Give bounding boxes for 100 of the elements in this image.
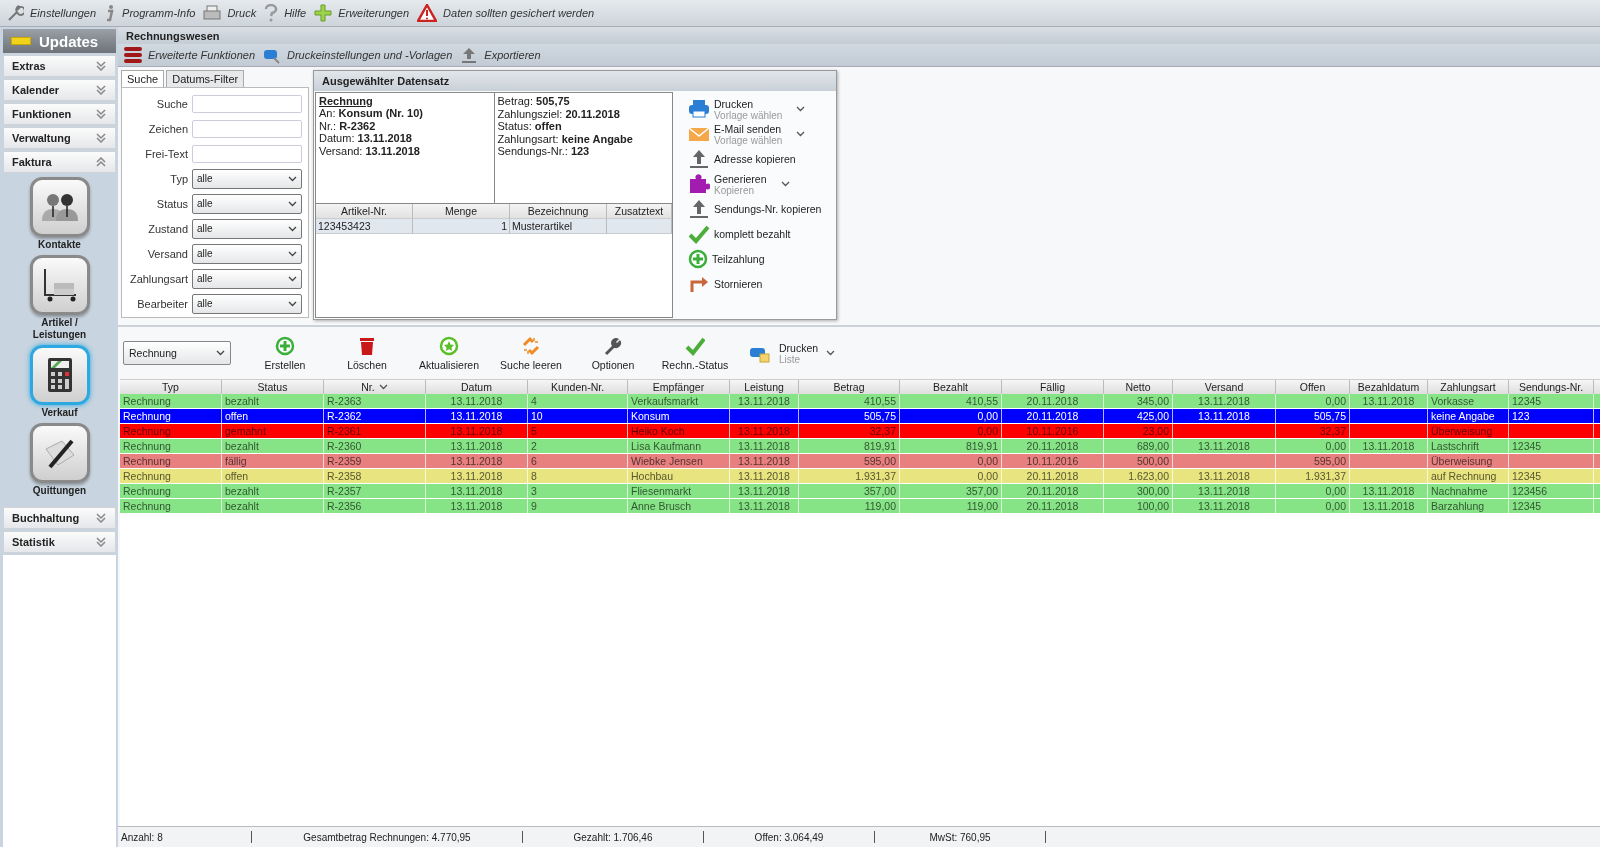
table-cell: 13.11.2018	[1362, 395, 1415, 407]
table-cell: 3	[531, 485, 537, 497]
toolbar-link[interactable]: Druckeinstellungen und -Vorlagen	[287, 49, 453, 61]
sidebar-tile[interactable]	[29, 177, 90, 237]
table-row[interactable]: Rechnung bezahlt R-2363 13.11.2018 4 Verkaufsmarkt 13.11.2018 410,55 410,55 20.11.2018 345,00 13.11.2018 0,00 13.11.2018 Vorkasse 12345	[120, 394, 1600, 409]
table-cell: 595,00	[863, 455, 896, 467]
action-button[interactable]: Generieren Kopieren	[688, 172, 790, 196]
table-row[interactable]: Rechnung bezahlt R-2360 13.11.2018 2 Lisa Kaufmann 13.11.2018 819,91 819,91 20.11.2018 689,00 13.11.2018 0,00 13.11.2018 Lastschrift 12345	[120, 439, 1600, 454]
table-cell: 119,00	[864, 500, 896, 512]
menu-item[interactable]: Einstellungen	[30, 7, 97, 19]
sidebar-section[interactable]: Funktionen	[3, 103, 116, 125]
dropdown[interactable]: alle	[192, 268, 302, 289]
plus-icon[interactable]	[314, 4, 333, 22]
action-button[interactable]: E-Mail senden Vorlage wählen	[688, 122, 806, 146]
table-cell: bezahlt	[225, 485, 259, 497]
table-cell: Anne Brusch	[631, 500, 692, 512]
tab[interactable]: Suche	[121, 70, 165, 87]
refresh-icon	[439, 335, 459, 356]
updates-header[interactable]: Updates	[3, 29, 116, 53]
sidebar-tile[interactable]	[29, 345, 90, 405]
module-title: Rechnungswesen	[118, 27, 1600, 44]
table-cell: Lisa Kaufmann	[631, 440, 702, 452]
wrench-icon[interactable]	[6, 4, 24, 22]
table-cell: gemahnt	[225, 425, 266, 437]
table-cell: R-2361	[327, 425, 362, 437]
table-cell: Rechnung	[123, 455, 171, 467]
table-cell: Rechnung	[123, 470, 171, 482]
tile-label: Quittungen	[31, 485, 88, 497]
menu-icon[interactable]	[124, 46, 142, 64]
checkmark-icon	[685, 335, 705, 356]
toolbar-button[interactable]: Rechn.-Status	[657, 335, 733, 371]
action-button[interactable]: komplett bezahlt	[688, 222, 791, 246]
warning-icon	[417, 4, 438, 22]
table-cell: offen	[225, 410, 249, 422]
wrench-icon	[603, 335, 623, 356]
table-cell: R-2356	[327, 500, 362, 512]
sidebar-tile[interactable]	[29, 423, 90, 483]
table-row[interactable]: Rechnung gemahnt R-2361 13.11.2018 5 Heiko Koch 13.11.2018 32,37 0,00 10.11.2016 23,00 32,37 Überweisung	[120, 424, 1600, 439]
dropdown[interactable]: alle	[192, 168, 302, 189]
dropdown[interactable]: alle	[192, 193, 302, 214]
type-dropdown[interactable]: Rechnung	[123, 341, 231, 365]
sidebar-section[interactable]: Kalender	[3, 79, 116, 101]
table-cell: 0,00	[977, 455, 998, 467]
toolbar-button[interactable]: Löschen	[329, 335, 405, 371]
table-row[interactable]: Rechnung bezahlt R-2356 13.11.2018 9 Anne Brusch 13.11.2018 119,00 119,00 20.11.2018 100,00 13.11.2018 0,00 13.11.2018 Barzahlung 12345	[120, 499, 1600, 514]
dropdown[interactable]: alle	[192, 243, 302, 264]
input-field[interactable]	[192, 119, 302, 138]
export-icon[interactable]	[460, 46, 479, 64]
sidebar-section[interactable]: Extras	[3, 55, 116, 77]
toolbar-button[interactable]: Aktualisieren	[411, 335, 487, 371]
menu-item[interactable]: Hilfe	[284, 7, 307, 19]
menu-item[interactable]: Erweiterungen	[338, 7, 410, 19]
sidebar-section[interactable]: Faktura	[3, 151, 116, 173]
input-field[interactable]	[192, 94, 302, 113]
chevron-icon	[95, 537, 107, 547]
table-row[interactable]: Rechnung fällig R-2359 13.11.2018 6 Wiebke Jensen 13.11.2018 595,00 0,00 10.11.2016 500,00 595,00 Überweisung	[120, 454, 1600, 469]
table-cell: fällig	[225, 455, 247, 467]
table-row[interactable]: Rechnung offen R-2362 13.11.2018 10 Konsum 505,75 0,00 20.11.2018 425,00 13.11.2018 505,75 keine Angabe 123	[120, 409, 1600, 424]
chevron-icon	[95, 513, 107, 523]
table-cell: 13.11.2018	[738, 470, 790, 482]
table-cell: 345,00	[1136, 395, 1169, 407]
action-button[interactable]: Adresse kopieren	[688, 147, 796, 171]
toolbar-link[interactable]: Exportieren	[484, 49, 541, 61]
help-icon[interactable]	[264, 4, 279, 22]
sidebar-tile[interactable]	[29, 255, 90, 315]
field-label: Frei-Text	[145, 147, 188, 160]
table-cell: 0,00	[1325, 395, 1346, 407]
sidebar-section[interactable]: Statistik	[3, 531, 116, 553]
sidebar-section[interactable]: Verwaltung	[3, 127, 116, 149]
action-button[interactable]: Sendungs-Nr. kopieren	[688, 197, 822, 221]
toolbar-button[interactable]: Suche leeren	[493, 335, 569, 371]
table-cell: 0,00	[1325, 440, 1346, 452]
dropdown[interactable]: alle	[192, 218, 302, 239]
table-cell: Überweisung	[1431, 425, 1493, 437]
toolbar-button[interactable]: Erstellen	[247, 335, 323, 371]
panel-title: Ausgewählter Datensatz	[314, 71, 836, 91]
table-cell: Rechnung	[123, 410, 171, 422]
action-button[interactable]: Teilzahlung	[688, 247, 765, 271]
tab[interactable]: Datums-Filter	[166, 70, 245, 87]
table-cell: 6	[531, 455, 537, 467]
table-cell: 13.11.2018	[450, 455, 503, 467]
action-button[interactable]: Stornieren	[688, 272, 763, 296]
dropdown[interactable]: alle	[192, 293, 302, 314]
chevron-icon	[95, 61, 107, 71]
table-cell: Nachnahme	[1431, 485, 1488, 497]
input-field[interactable]	[192, 144, 302, 163]
toolbar-button[interactable]: Drucken Liste	[749, 341, 836, 365]
chevron-icon	[95, 85, 107, 95]
table-row[interactable]: Rechnung offen R-2358 13.11.2018 8 Hochbau 13.11.2018 1.931,37 0,00 20.11.2018 1.623,00 13.11.2018 1.931,37 auf Rechnung 12345	[120, 469, 1600, 484]
field-label: Zustand	[148, 222, 188, 235]
chevron-icon	[95, 157, 107, 167]
table-cell: 13.11.2018	[1198, 440, 1250, 452]
table-row[interactable]: Rechnung bezahlt R-2357 13.11.2018 3 Fliesenmarkt 13.11.2018 357,00 357,00 20.11.2018 300,00 13.11.2018 0,00 13.11.2018 Nachnahme 123456	[120, 484, 1600, 499]
action-button[interactable]: Drucken Vorlage wählen	[688, 97, 806, 121]
menu-item[interactable]: Programm-Info	[122, 7, 196, 19]
table-cell: 1.931,37	[855, 470, 896, 482]
sidebar-section[interactable]: Buchhaltung	[3, 507, 116, 529]
menu-item[interactable]: Druck	[227, 7, 257, 19]
toolbar-link[interactable]: Erweiterte Funktionen	[148, 49, 255, 61]
toolbar-button[interactable]: Optionen	[575, 335, 651, 371]
